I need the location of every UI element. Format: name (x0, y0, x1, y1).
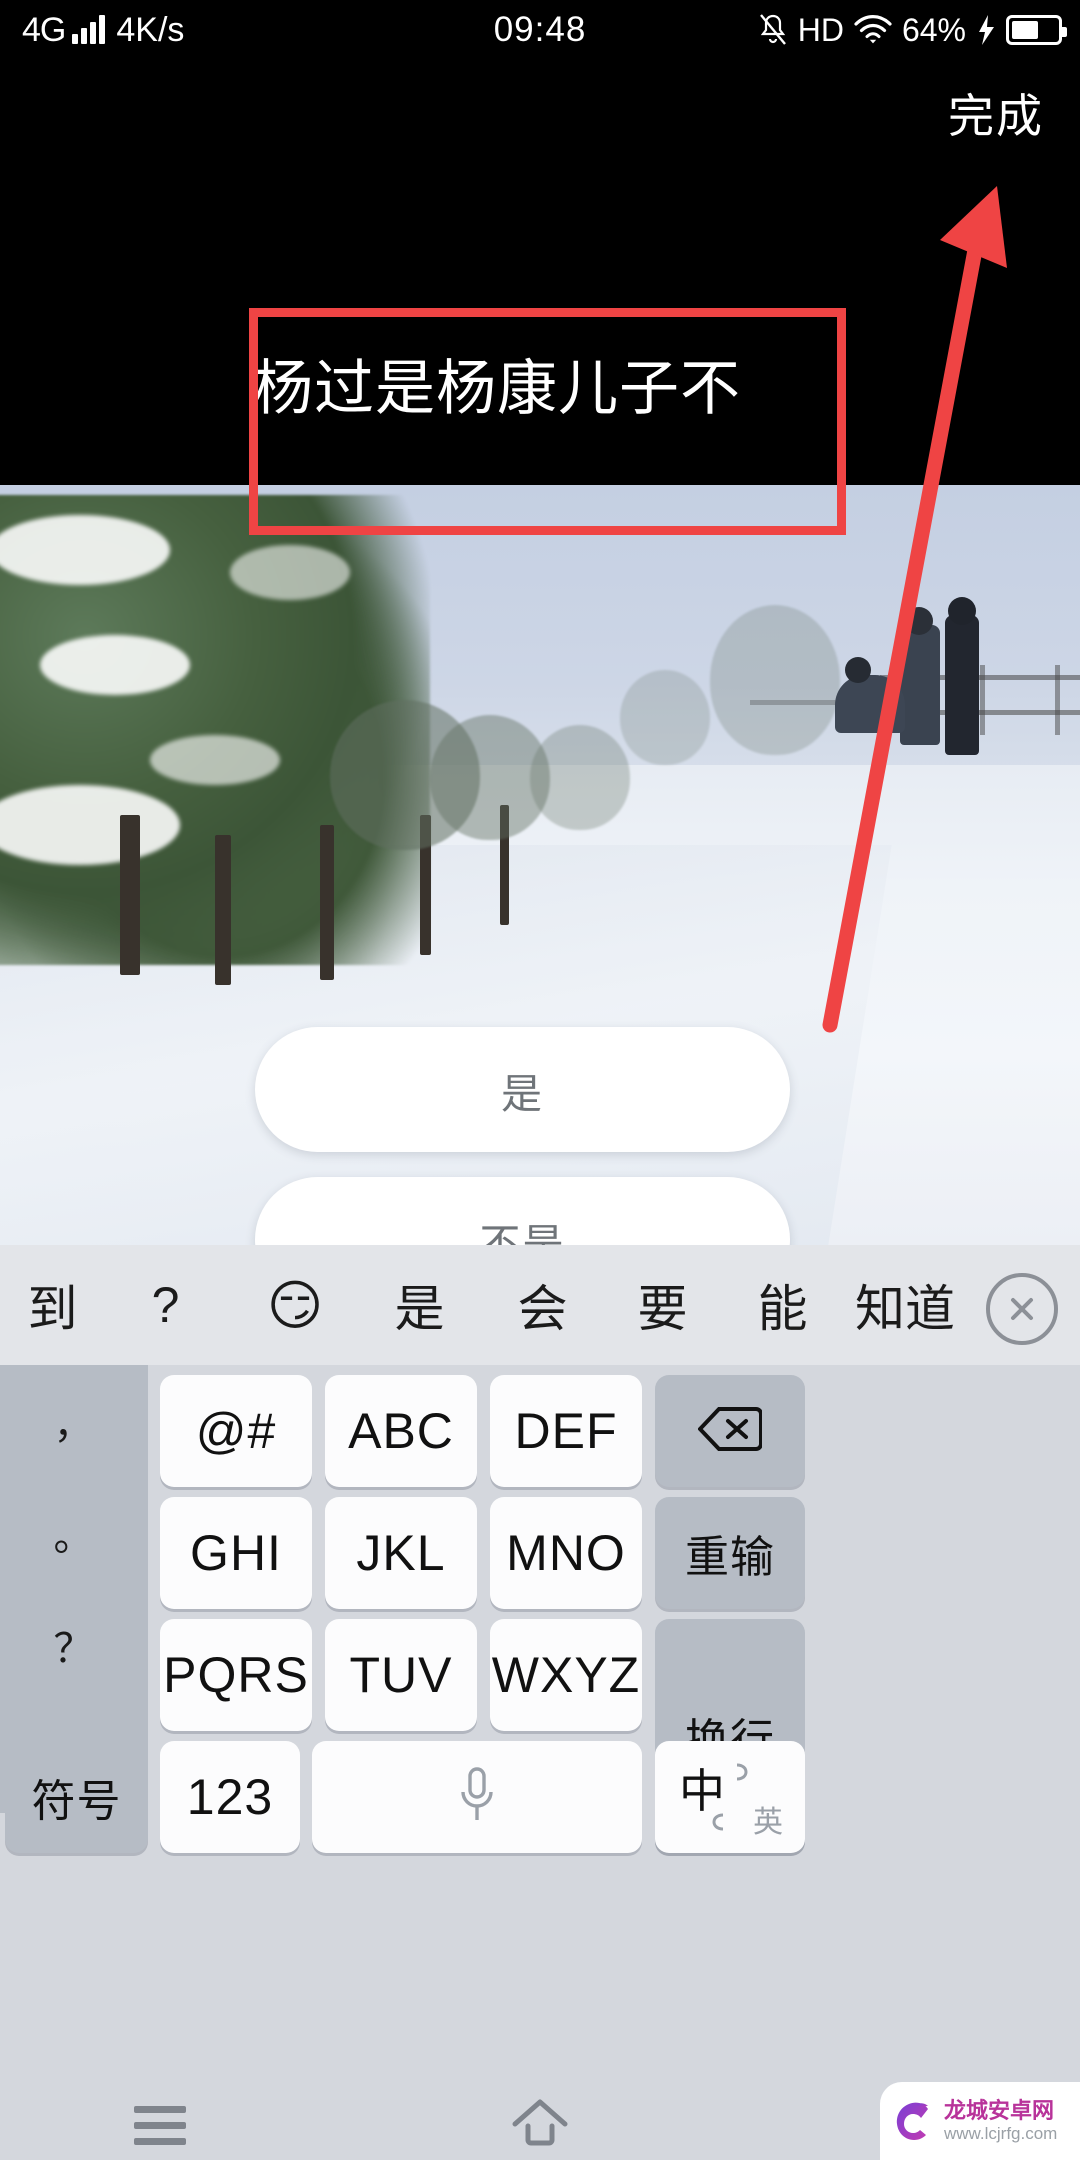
photo-person-crouching (835, 675, 905, 733)
key-label: ABC (348, 1403, 454, 1459)
key-label: PQRS (163, 1647, 309, 1703)
suggestion-item-emoji[interactable]: 😏 (245, 1245, 345, 1365)
photo-person (945, 615, 979, 755)
site-logo-icon (888, 2095, 940, 2147)
photo-snow-patch (230, 545, 350, 600)
photo-fence-post (1055, 665, 1060, 735)
key-label: 。 (53, 1515, 95, 1559)
key-jkl[interactable]: JKL (325, 1497, 477, 1609)
key-at-hash[interactable]: @# (160, 1375, 312, 1487)
key-wxyz[interactable]: WXYZ (490, 1619, 642, 1731)
photo-snow-patch (40, 635, 190, 695)
cn-en-toggle-icon: 中 英 (675, 1749, 785, 1845)
photo-person-head (845, 657, 871, 683)
photo-bare-tree (620, 670, 710, 765)
suggestion-item[interactable]: 能 (735, 1245, 830, 1365)
key-label: DEF (514, 1403, 618, 1459)
suggestion-item[interactable]: 到 (5, 1245, 100, 1365)
suggestion-item[interactable]: ? (118, 1245, 213, 1365)
key-question[interactable]: ？ (0, 1589, 148, 1703)
key-label: TUV (349, 1647, 453, 1703)
battery-icon (1006, 15, 1067, 45)
battery-percent-label: 64% (901, 12, 966, 48)
poll-option-label: 是 (501, 1070, 544, 1117)
key-numbers[interactable]: 123 (160, 1741, 300, 1853)
hd-label: HD (797, 12, 844, 48)
mic-icon (457, 1766, 497, 1829)
key-symbols[interactable]: 符号 (5, 1741, 148, 1853)
key-label: WXYZ (491, 1647, 641, 1703)
key-pqrs[interactable]: PQRS (160, 1619, 312, 1731)
key-label: 符号 (31, 1777, 122, 1826)
suggestion-item[interactable]: 会 (495, 1245, 590, 1365)
mute-bell-icon (758, 13, 788, 47)
key-ghi[interactable]: GHI (160, 1497, 312, 1609)
suggestion-item[interactable]: 要 (615, 1245, 710, 1365)
watermark-site-name: 龙城安卓网 (944, 2098, 1055, 2123)
poll-option-yes[interactable]: 是 (255, 1027, 790, 1152)
status-bar: 4G 4K/s 09:48 HD 64% (0, 0, 1080, 62)
photo-tree-trunk (320, 825, 334, 980)
nav-home-button[interactable] (490, 2090, 590, 2160)
key-label: @# (195, 1403, 277, 1459)
photo-snow-patch (150, 735, 280, 785)
key-label: JKL (356, 1525, 446, 1581)
key-mno[interactable]: MNO (490, 1497, 642, 1609)
close-suggestions-icon[interactable] (986, 1273, 1058, 1345)
key-voice-input[interactable] (312, 1741, 642, 1853)
photo-person-head (905, 607, 933, 635)
photo-tree-trunk (215, 835, 231, 985)
watermark-url: www.lcjrfg.com (944, 2124, 1058, 2143)
status-bar-right: HD 64% (758, 8, 1067, 52)
key-grid: ， 。 ？ ！ @# ABC DEF GHI JKL MNO 重输 PQRS T… (0, 1365, 1080, 2090)
watermark-text: 龙城安卓网 www.lcjrfg.com (944, 2098, 1057, 2144)
key-comma[interactable]: ， (0, 1365, 148, 1479)
key-label: GHI (190, 1525, 282, 1581)
key-label: ？ (53, 1627, 95, 1671)
photo-bare-tree (710, 605, 840, 755)
key-label: MNO (506, 1525, 626, 1581)
menu-icon (134, 2105, 186, 2145)
keyboard: 到 ? 😏 是 会 要 能 知道 ， 。 ？ ！ @# ABC DEF (0, 1245, 1080, 2090)
background-photo: 是 不是 (0, 485, 1080, 1245)
key-tuv[interactable]: TUV (325, 1619, 477, 1731)
key-label: 123 (186, 1769, 274, 1825)
suggestion-item[interactable]: 是 (372, 1245, 467, 1365)
key-def[interactable]: DEF (490, 1375, 642, 1487)
home-icon (511, 2098, 569, 2153)
key-label: 重输 (685, 1533, 775, 1582)
key-label: ， (53, 1403, 95, 1447)
watermark: 龙城安卓网 www.lcjrfg.com (880, 2082, 1080, 2160)
backspace-icon (697, 1405, 763, 1458)
cn-en-secondary: 英 (753, 1806, 783, 1839)
key-backspace[interactable] (655, 1375, 805, 1487)
key-redo[interactable]: 重输 (655, 1497, 805, 1609)
charging-bolt-icon (976, 14, 996, 46)
photo-tree-trunk (120, 815, 140, 975)
done-button[interactable]: 完成 (948, 86, 1044, 146)
key-abc[interactable]: ABC (325, 1375, 477, 1487)
photo-bare-tree (530, 725, 630, 830)
nav-menu-button[interactable] (110, 2090, 210, 2160)
photo-person (900, 625, 940, 745)
annotation-highlight-box (249, 308, 846, 535)
poll-option-no[interactable]: 不是 (255, 1177, 790, 1245)
poll-option-label: 不是 (479, 1220, 566, 1246)
key-period[interactable]: 。 (0, 1477, 148, 1591)
photo-fence-post (980, 665, 985, 735)
wifi-icon (854, 15, 892, 45)
cn-en-primary: 中 (679, 1765, 725, 1817)
photo-person-head (948, 597, 976, 625)
suggestion-bar: 到 ? 😏 是 会 要 能 知道 (0, 1245, 1080, 1365)
key-language-toggle[interactable]: 中 英 (655, 1741, 805, 1853)
phone-screen: 4G 4K/s 09:48 HD 64% 完成 杨过是杨康儿子不 是 不是 到 … (0, 0, 1080, 2160)
suggestion-item[interactable]: 知道 (855, 1245, 973, 1365)
